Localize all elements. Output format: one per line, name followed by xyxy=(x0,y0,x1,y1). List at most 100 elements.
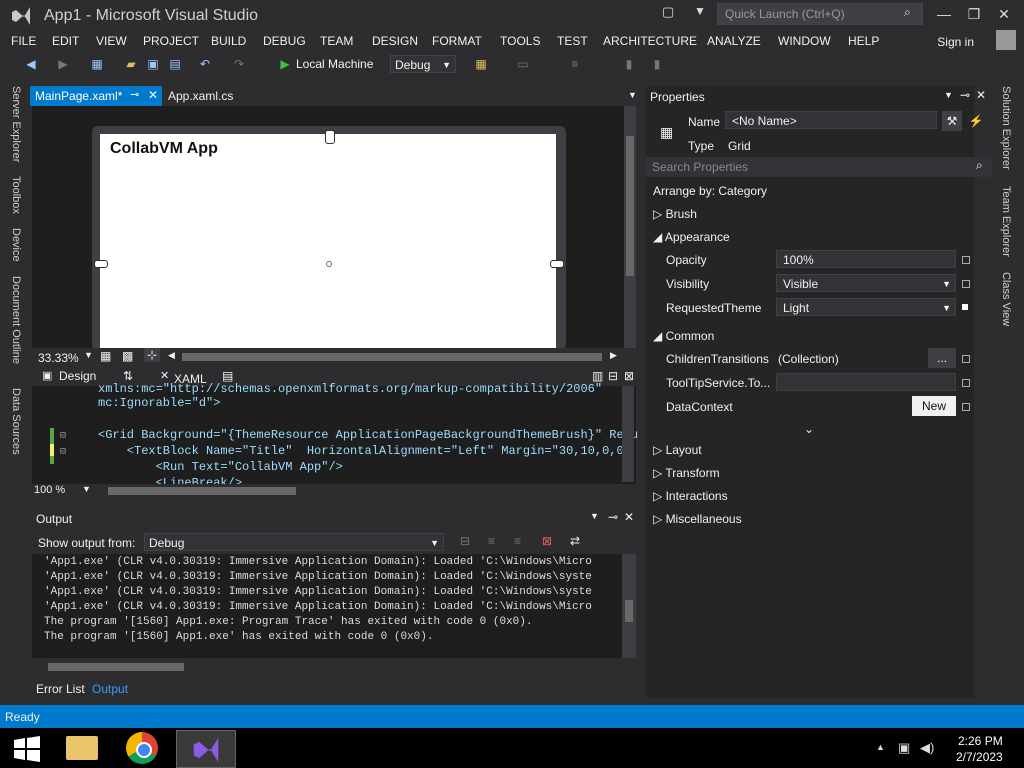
menu-team[interactable]: TEAM xyxy=(320,34,353,48)
output-source-dropdown[interactable]: Debug ▼ xyxy=(144,533,444,551)
output-options-icon[interactable]: ▼ xyxy=(590,511,599,521)
tab-app-xaml-cs[interactable]: App.xaml.cs xyxy=(168,89,233,103)
menu-design[interactable]: DESIGN xyxy=(372,34,418,48)
scroll-left-icon[interactable]: ◀ xyxy=(168,350,175,361)
save-all-icon[interactable]: ▤ xyxy=(168,57,182,71)
page-preview[interactable] xyxy=(100,134,556,348)
undo-icon[interactable]: ↶ xyxy=(198,57,212,71)
properties-vertical-scrollbar[interactable] xyxy=(976,180,990,696)
tab-mainpage-xaml[interactable]: MainPage.xaml* ⊸ ✕ xyxy=(30,86,162,106)
quick-launch-input[interactable]: Quick Launch (Ctrl+Q) ⌕ xyxy=(717,3,923,25)
menu-format[interactable]: FORMAT xyxy=(432,34,482,48)
menu-window[interactable]: WINDOW xyxy=(778,34,831,48)
clear-all-icon[interactable]: ⊠ xyxy=(542,534,552,548)
properties-wrench-icon[interactable]: ⚒ xyxy=(942,111,962,131)
device-tab[interactable]: Device xyxy=(10,228,22,262)
center-handle[interactable] xyxy=(326,261,332,267)
server-explorer-tab[interactable]: Server Explorer xyxy=(10,86,22,162)
name-field[interactable]: <No Name> xyxy=(725,111,937,129)
menu-project[interactable]: PROJECT xyxy=(143,34,199,48)
chrome-taskbar-button[interactable] xyxy=(118,730,166,766)
xaml-zoom-level[interactable]: 100 % xyxy=(34,484,65,496)
arrange-by-dropdown[interactable]: Arrange by: Category xyxy=(653,184,767,198)
advanced-options-marker[interactable] xyxy=(962,304,968,310)
xaml-editor[interactable]: xmlns:mc="http://schemas.openxmlformats.… xyxy=(32,382,638,490)
close-tab-icon[interactable]: ✕ xyxy=(148,88,158,102)
clock-date[interactable]: 2/7/2023 xyxy=(956,750,1003,764)
output-console[interactable]: 'App1.exe' (CLR v4.0.30319: Immersive Ap… xyxy=(32,554,622,658)
bookmark-prev-icon[interactable]: ▮ xyxy=(650,57,664,71)
menu-build[interactable]: BUILD xyxy=(211,34,246,48)
forward-icon[interactable]: ▶ xyxy=(56,57,70,71)
scroll-right-icon[interactable]: ▶ xyxy=(610,350,617,361)
app-title-textblock[interactable]: CollabVM App xyxy=(110,140,218,158)
section-brush[interactable]: ▷ Brush xyxy=(653,207,697,221)
minimize-button[interactable]: — xyxy=(930,4,958,24)
properties-options-icon[interactable]: ▼ xyxy=(944,90,953,100)
tab-output[interactable]: Output xyxy=(92,682,128,696)
collapse-pane-icon[interactable]: ⊠ xyxy=(624,369,634,383)
visibility-select[interactable]: Visible ▼ xyxy=(776,274,956,292)
pin-icon[interactable]: ⊸ xyxy=(130,88,139,101)
back-icon[interactable]: ◀ xyxy=(24,57,38,71)
feedback-icon[interactable]: ▢ xyxy=(662,4,676,19)
start-button[interactable] xyxy=(4,730,52,766)
toolbar-icon[interactable]: ▭ xyxy=(516,57,530,71)
children-transitions-edit-button[interactable]: ... xyxy=(928,348,956,368)
run-target[interactable]: Local Machine xyxy=(296,57,373,71)
word-wrap-icon[interactable]: ⇄ xyxy=(570,534,580,548)
section-appearance[interactable]: ◢ Appearance xyxy=(653,230,730,244)
menu-debug[interactable]: DEBUG xyxy=(263,34,306,48)
section-layout[interactable]: ▷ Layout xyxy=(653,443,702,457)
resize-handle-right[interactable] xyxy=(550,260,564,268)
designer-horizontal-scrollbar[interactable] xyxy=(182,353,602,361)
visual-studio-taskbar-button[interactable] xyxy=(176,730,236,768)
menu-analyze[interactable]: ANALYZE xyxy=(707,34,761,48)
zoom-level[interactable]: 33.33% xyxy=(38,351,79,365)
xaml-zoom-chevron-icon[interactable]: ▼ xyxy=(82,484,91,494)
start-debugging-icon[interactable]: ▶ xyxy=(278,57,292,71)
menu-file[interactable]: FILE xyxy=(11,34,36,48)
search-properties-input[interactable]: Search Properties ⌕ xyxy=(646,157,992,177)
advanced-options-marker[interactable] xyxy=(962,280,970,288)
menu-view[interactable]: VIEW xyxy=(96,34,127,48)
clock-time[interactable]: 2:26 PM xyxy=(958,734,1003,748)
designer-vertical-scrollbar[interactable] xyxy=(624,106,636,348)
section-miscellaneous[interactable]: ▷ Miscellaneous xyxy=(653,512,742,526)
section-transform[interactable]: ▷ Transform xyxy=(653,466,720,480)
output-close-icon[interactable]: ✕ xyxy=(624,510,634,524)
section-common[interactable]: ◢ Common xyxy=(653,329,714,343)
new-project-icon[interactable]: ▦ xyxy=(90,57,104,71)
network-icon[interactable]: ▣ xyxy=(898,740,910,756)
notification-filter-icon[interactable]: ▼ xyxy=(694,4,708,18)
snap-lines-icon[interactable]: ⊹ xyxy=(144,348,161,362)
sign-in-link[interactable]: Sign in xyxy=(937,35,974,49)
design-tab[interactable]: Design xyxy=(59,369,96,383)
opacity-input[interactable]: 100% xyxy=(776,250,956,268)
team-explorer-tab[interactable]: Team Explorer xyxy=(1000,186,1012,257)
toolbox-tab[interactable]: Toolbox xyxy=(10,176,22,214)
menu-help[interactable]: HELP xyxy=(848,34,879,48)
bookmark-icon[interactable]: ▮ xyxy=(622,57,636,71)
prev-message-icon[interactable]: ≡ xyxy=(488,534,495,548)
grid-icon[interactable]: ▦ xyxy=(100,349,111,363)
comment-icon[interactable]: ≡ xyxy=(568,57,582,71)
xaml-vertical-scrollbar[interactable] xyxy=(622,386,634,482)
new-datacontext-button[interactable]: New xyxy=(912,396,956,416)
scroll-thumb[interactable] xyxy=(626,136,634,276)
vertical-split-icon[interactable]: ▥ xyxy=(592,369,603,383)
next-message-icon[interactable]: ≡ xyxy=(514,534,521,548)
advanced-options-marker[interactable] xyxy=(962,355,970,363)
file-explorer-taskbar-button[interactable] xyxy=(58,730,106,766)
collapse-icon[interactable]: ⊟ xyxy=(60,446,66,458)
section-interactions[interactable]: ▷ Interactions xyxy=(653,489,728,503)
popup-icon[interactable]: ▤ xyxy=(222,369,233,383)
menu-edit[interactable]: EDIT xyxy=(52,34,79,48)
tab-error-list[interactable]: Error List xyxy=(36,682,85,696)
swap-panes-icon[interactable]: ⇅ xyxy=(123,369,133,383)
menu-architecture[interactable]: ARCHITECTURE xyxy=(603,34,697,48)
configuration-dropdown[interactable]: Debug ▼ xyxy=(390,55,456,73)
horizontal-split-icon[interactable]: ⊟ xyxy=(608,369,618,383)
tooltip-input[interactable] xyxy=(776,373,956,391)
xaml-horizontal-scrollbar[interactable] xyxy=(108,487,296,495)
